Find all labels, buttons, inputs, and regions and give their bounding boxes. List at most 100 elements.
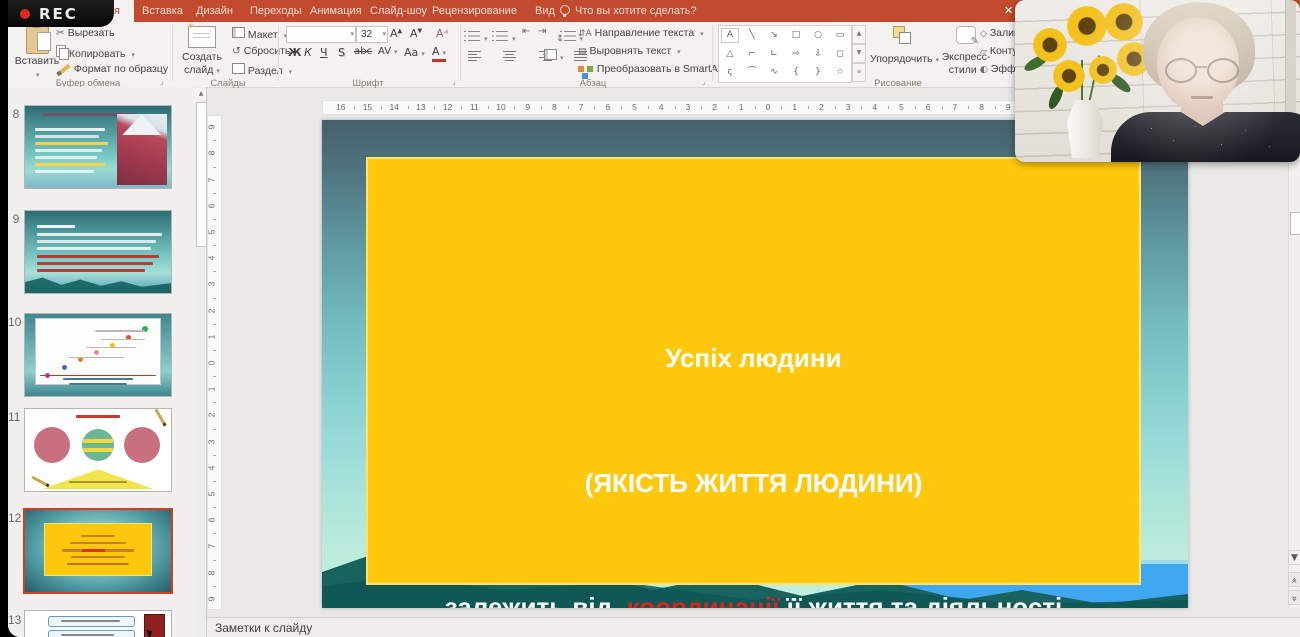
notes-pane[interactable]: Заметки к слайду (207, 617, 1300, 637)
shape-glyph-10[interactable]: ⇨ (785, 45, 807, 64)
slide-thumbnail-11[interactable] (24, 408, 172, 492)
v-ruler-number: 6 (207, 518, 216, 523)
convert-smartart-button[interactable]: Преобразовать в SmartArt (578, 63, 734, 77)
tell-me-search[interactable]: Что вы хотите сделать? (575, 0, 697, 22)
shape-glyph-7[interactable]: △ (719, 45, 741, 64)
clear-formatting-button[interactable]: А◢ (436, 27, 448, 40)
paste-button[interactable]: Вставить (14, 26, 60, 54)
h-ruler-number: 5 (899, 102, 904, 112)
slide-thumbnail-8[interactable] (24, 105, 172, 189)
strikethrough-button[interactable]: abc (354, 46, 372, 57)
tab-4[interactable]: Анимация (304, 0, 368, 22)
shapes-scroll-down[interactable]: ▼ (852, 44, 866, 63)
shape-glyph-5[interactable]: ○ (807, 26, 829, 45)
shape-glyph-14[interactable]: ⌒ (741, 63, 763, 82)
drawing-group-label: Рисование (858, 78, 938, 89)
tab-1[interactable]: Вставка (136, 0, 189, 22)
shape-glyph-1[interactable]: A (721, 28, 739, 43)
font-group-label: Шрифт (338, 78, 398, 89)
scissors-icon: ✂ (56, 27, 65, 39)
reset-button[interactable]: ↺ Сбросить (232, 45, 290, 58)
slide-thumbnail-12[interactable] (23, 508, 173, 594)
decrease-indent-button[interactable]: ⇤ (522, 26, 530, 37)
text-shadow-button[interactable]: S (338, 46, 345, 59)
previous-slide-button[interactable]: « (1288, 572, 1300, 587)
section-button[interactable]: Раздел (232, 63, 292, 79)
shape-glyph-4[interactable]: □ (785, 26, 807, 45)
shrink-font-button[interactable]: А▼ (410, 27, 422, 40)
shape-glyph-16[interactable]: { (785, 63, 807, 82)
scroll-down-button[interactable]: ▼ (1288, 550, 1300, 565)
v-ruler-number: 9 (207, 596, 216, 601)
panel-scrollbar-thumb[interactable] (196, 102, 207, 247)
slide-thumbnail-13[interactable] (24, 610, 172, 637)
underline-button[interactable]: Ч (320, 46, 328, 59)
panel-scrollbar[interactable]: ▲ (196, 87, 206, 637)
slide-text-box[interactable]: Успіх людини (ЯКІСТЬ ЖИТТЯ ЛЮДИНИ) залеж… (366, 157, 1141, 585)
font-size-combo[interactable]: 32▾ (356, 26, 388, 43)
change-case-button[interactable]: Аа (404, 46, 425, 59)
h-ruler-number: 1 (792, 102, 797, 112)
italic-button[interactable]: К (304, 46, 312, 59)
columns-icon (544, 49, 557, 60)
v-ruler-number: 9 (207, 125, 216, 130)
h-ruler-number: 14 (389, 102, 398, 112)
slide-canvas[interactable]: Успіх людини (ЯКІСТЬ ЖИТТЯ ЛЮДИНИ) залеж… (322, 120, 1188, 608)
main-scrollbar[interactable] (1288, 87, 1300, 608)
align-text-button[interactable]: ▤ Выровнять текст (578, 45, 681, 59)
format-painter-button[interactable]: Формат по образцу (56, 63, 168, 76)
numbering-button[interactable] (496, 28, 516, 46)
new-slide-button[interactable]: Создать слайд (178, 26, 226, 48)
shape-glyph-6[interactable]: ▭ (829, 26, 851, 45)
columns-button[interactable] (544, 47, 564, 65)
tab-7[interactable]: Вид (529, 0, 561, 22)
tab-2[interactable]: Дизайн (190, 0, 239, 22)
bullets-button[interactable] (468, 28, 488, 46)
font-color-button[interactable]: А (432, 46, 446, 62)
character-spacing-button[interactable]: AV (378, 46, 398, 57)
h-ruler-number: 5 (632, 102, 637, 112)
increase-indent-button[interactable]: ⇥ (538, 26, 546, 37)
align-left-button[interactable] (468, 49, 481, 60)
font-dialog-launcher[interactable]: ⌟ (452, 77, 456, 86)
text-direction-button[interactable]: ⇵A Направление текста (578, 27, 704, 41)
shape-glyph-8[interactable]: ⌐ (741, 45, 763, 64)
arrange-button[interactable]: Упорядочить (870, 26, 932, 42)
bold-button[interactable]: Ж (288, 46, 301, 59)
copy-button[interactable]: Копировать (56, 45, 135, 62)
shape-glyph-2[interactable]: ╲ (741, 26, 763, 45)
grow-font-button[interactable]: А▲ (390, 27, 402, 40)
cut-button[interactable]: ✂ Вырезать (56, 27, 114, 40)
paste-icon (26, 26, 49, 54)
shapes-gallery[interactable]: A╲↘□○▭ △⌐∟⇨⇩◻ ς⌒∿{}☆ (718, 25, 852, 83)
shape-glyph-18[interactable]: ☆ (829, 63, 851, 82)
h-ruler-number: 4 (872, 102, 877, 112)
webcam-video[interactable] (1015, 0, 1300, 162)
paragraph-dialog-launcher[interactable]: ⌟ (702, 77, 706, 86)
font-name-combo[interactable]: ▾ (286, 26, 356, 43)
main-scrollbar-thumb[interactable] (1290, 212, 1300, 235)
tab-6[interactable]: Рецензирование (426, 0, 523, 22)
shapes-scroll-up[interactable]: ▲ (852, 25, 866, 44)
slide-thumbnail-9[interactable] (24, 210, 172, 294)
tab-3[interactable]: Переходы (244, 0, 308, 22)
panel-scroll-up-icon[interactable]: ▲ (196, 88, 206, 100)
slides-group-label: Слайды (198, 78, 258, 89)
shape-glyph-11[interactable]: ⇩ (807, 45, 829, 64)
shape-glyph-9[interactable]: ∟ (763, 45, 785, 64)
shape-glyph-12[interactable]: ◻ (829, 45, 851, 64)
clipboard-dialog-launcher[interactable]: ⌟ (160, 77, 164, 86)
h-ruler-number: 4 (659, 102, 664, 112)
shape-glyph-15[interactable]: ∿ (763, 63, 785, 82)
align-center-button[interactable] (503, 49, 516, 60)
tab-5[interactable]: Слайд-шоу (364, 0, 433, 22)
v-ruler-number: 4 (207, 465, 216, 470)
slide-thumbnail-10[interactable] (24, 313, 172, 397)
thumb-number-9: 9 (10, 212, 22, 226)
h-ruler-number: 1 (739, 102, 744, 112)
shape-glyph-13[interactable]: ς (719, 63, 741, 82)
shape-glyph-17[interactable]: } (807, 63, 829, 82)
recording-label: REC (39, 5, 78, 23)
next-slide-button[interactable]: » (1288, 590, 1300, 605)
shape-glyph-3[interactable]: ↘ (763, 26, 785, 45)
